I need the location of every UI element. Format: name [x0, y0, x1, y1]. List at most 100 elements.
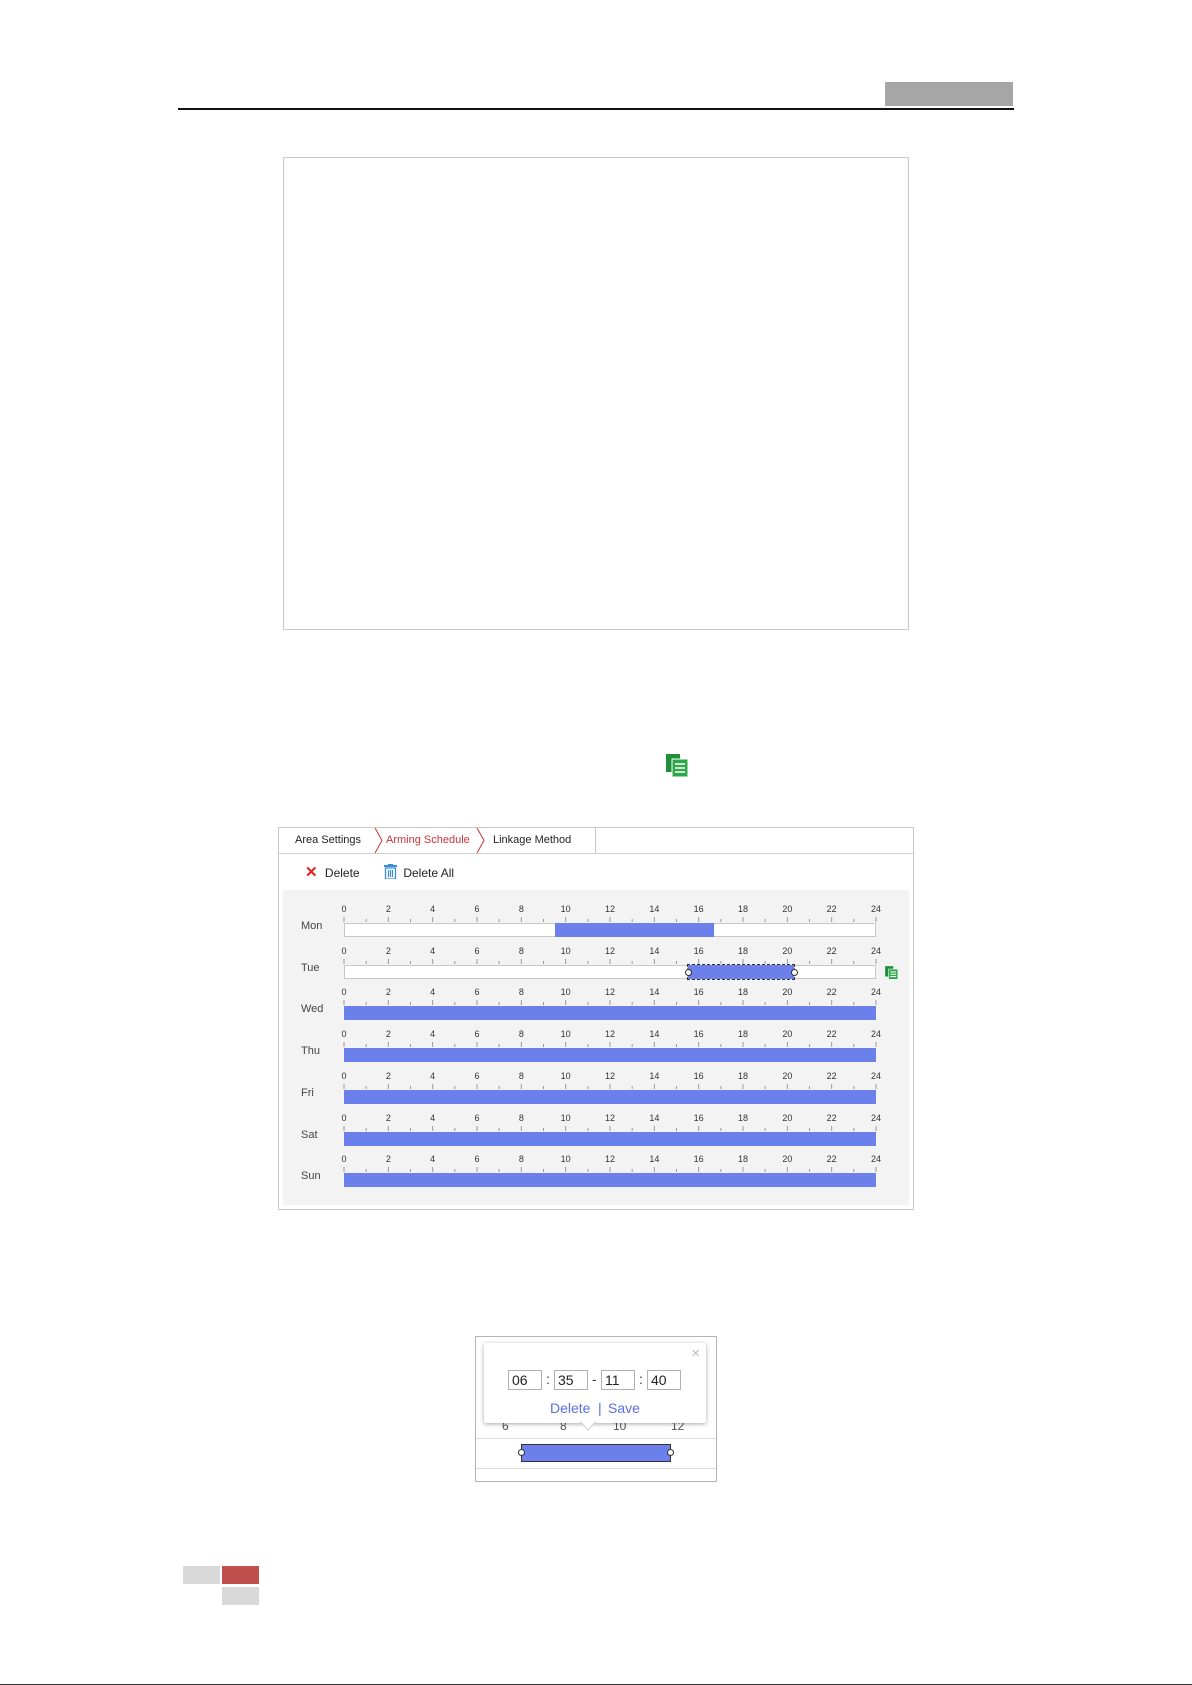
schedule-segment[interactable]	[344, 1089, 876, 1104]
tick-label: 4	[430, 904, 436, 914]
tick-label: 12	[604, 1112, 615, 1123]
day-label: Wed	[301, 1003, 324, 1016]
tick-label: 12	[604, 1070, 615, 1081]
tick-label: 6	[474, 987, 480, 998]
copy-icon	[666, 754, 689, 778]
schedule-toolbar: ✕ Delete Delete All	[279, 854, 913, 890]
tick-label: 20	[782, 1029, 793, 1040]
tick-label: 10	[560, 1029, 571, 1040]
tick-label: 22	[826, 904, 837, 914]
schedule-segment-selected[interactable]	[521, 1444, 671, 1462]
tick-label: 16	[693, 987, 704, 998]
tick-label: 22	[826, 987, 837, 998]
tick-label: 16	[693, 904, 704, 914]
tick-label: 16	[693, 1154, 704, 1165]
tick-label: 24	[870, 1070, 881, 1081]
schedule-segment[interactable]	[344, 1131, 876, 1146]
tick-label: 18	[737, 1029, 748, 1040]
divider	[476, 1468, 716, 1469]
schedule-segment[interactable]	[344, 1173, 876, 1188]
tick-label: 16	[693, 945, 704, 956]
tick-label: 16	[693, 1070, 704, 1081]
tick-label: 8	[518, 1070, 524, 1081]
tick-label: 2	[385, 1070, 391, 1081]
schedule-grid: 0 2 4 6 8 10 12 14 16 18 20 22 24 Mon 0 2 4 6 8 10 12 14 16 18 2…	[283, 890, 909, 1205]
screenshot-placeholder-panel	[283, 157, 909, 630]
tab-separator	[595, 828, 596, 853]
day-label: Mon	[301, 920, 323, 932]
tick-label: 0	[341, 1112, 347, 1123]
link-divider: |	[598, 1400, 602, 1416]
day-label: Fri	[301, 1086, 314, 1099]
tick-label: 18	[737, 1154, 748, 1165]
tick-label: 10	[560, 945, 571, 956]
tick-label: 2	[385, 904, 391, 914]
popup-save-link[interactable]: Save	[608, 1400, 640, 1416]
tick-label: 24	[870, 904, 881, 914]
tick-label: 8	[518, 945, 524, 956]
tick-label: 10	[560, 1154, 571, 1165]
tick-label: 4	[430, 1070, 436, 1081]
copy-icon[interactable]	[884, 965, 899, 980]
tick-label: 16	[693, 1112, 704, 1123]
tick-label: 20	[782, 1070, 793, 1081]
tick-label: 2	[385, 1154, 391, 1165]
resize-handle-left[interactable]	[518, 1449, 525, 1456]
tick-label: 10	[560, 987, 571, 998]
resize-handle-right[interactable]	[790, 968, 798, 976]
tab-linkage-method[interactable]: Linkage Method	[493, 828, 571, 853]
tick-label: 8	[518, 987, 524, 998]
footer-block-gray	[222, 1587, 259, 1605]
tick-label: 22	[826, 1070, 837, 1081]
tick-label: 12	[604, 1154, 615, 1165]
resize-handle-left[interactable]	[684, 968, 692, 976]
tick-label: 22	[826, 1112, 837, 1123]
tick-label: 20	[782, 904, 793, 914]
tick-label: 4	[430, 945, 436, 956]
tab-area-settings[interactable]: Area Settings	[295, 828, 361, 853]
tick-label: 18	[737, 945, 748, 956]
tick-label: 24	[870, 945, 881, 956]
delete-all-button[interactable]: Delete All	[384, 864, 454, 882]
end-minute-input[interactable]: 40	[647, 1370, 681, 1390]
footer-block-gray	[183, 1566, 220, 1584]
tick-label: 6	[474, 945, 480, 956]
end-hour-input[interactable]: 11	[601, 1370, 635, 1390]
tab-arming-schedule[interactable]: Arming Schedule	[386, 828, 470, 853]
tick-label: 0	[341, 987, 347, 998]
tab-separator	[476, 828, 485, 853]
schedule-segment-selected[interactable]	[686, 963, 795, 980]
tab-bar: Area Settings Arming Schedule Linkage Me…	[279, 828, 913, 854]
popup-pointer	[580, 1421, 596, 1431]
schedule-segment[interactable]	[554, 923, 715, 937]
time-edit-illustration: 6 8 10 12 × 06 : 35 - 11 : 40 Delete | S…	[475, 1336, 717, 1482]
tick-label: 8	[518, 1112, 524, 1123]
tick-label: 10	[560, 904, 571, 914]
schedule-segment[interactable]	[344, 1048, 876, 1063]
tick-label: 14	[649, 1154, 660, 1165]
tick-label: 18	[737, 1070, 748, 1081]
day-label: Tue	[301, 961, 320, 974]
start-minute-input[interactable]: 35	[554, 1370, 588, 1390]
start-hour-input[interactable]: 06	[508, 1370, 542, 1390]
tick-label: 20	[782, 1112, 793, 1123]
tick-label: 8	[518, 1029, 524, 1040]
delete-button[interactable]: ✕ Delete	[305, 864, 360, 882]
tick-label: 10	[560, 1112, 571, 1123]
tick-label: 0	[341, 904, 347, 914]
schedule-segment[interactable]	[344, 1006, 876, 1021]
popup-delete-link[interactable]: Delete	[550, 1400, 590, 1416]
tick-label: 22	[826, 945, 837, 956]
tick-label: 22	[826, 1154, 837, 1165]
close-icon[interactable]: ×	[691, 1345, 700, 1362]
tick-label: 4	[430, 987, 436, 998]
header-gray-box	[885, 82, 1013, 106]
tick-label: 6	[474, 1154, 480, 1165]
tick-label: 2	[385, 987, 391, 998]
day-label: Thu	[301, 1045, 320, 1058]
tick-label: 10	[560, 1070, 571, 1081]
tick-label: 4	[430, 1029, 436, 1040]
tick-label: 14	[649, 1070, 660, 1081]
resize-handle-right[interactable]	[667, 1449, 674, 1456]
tick-label: 20	[782, 987, 793, 998]
